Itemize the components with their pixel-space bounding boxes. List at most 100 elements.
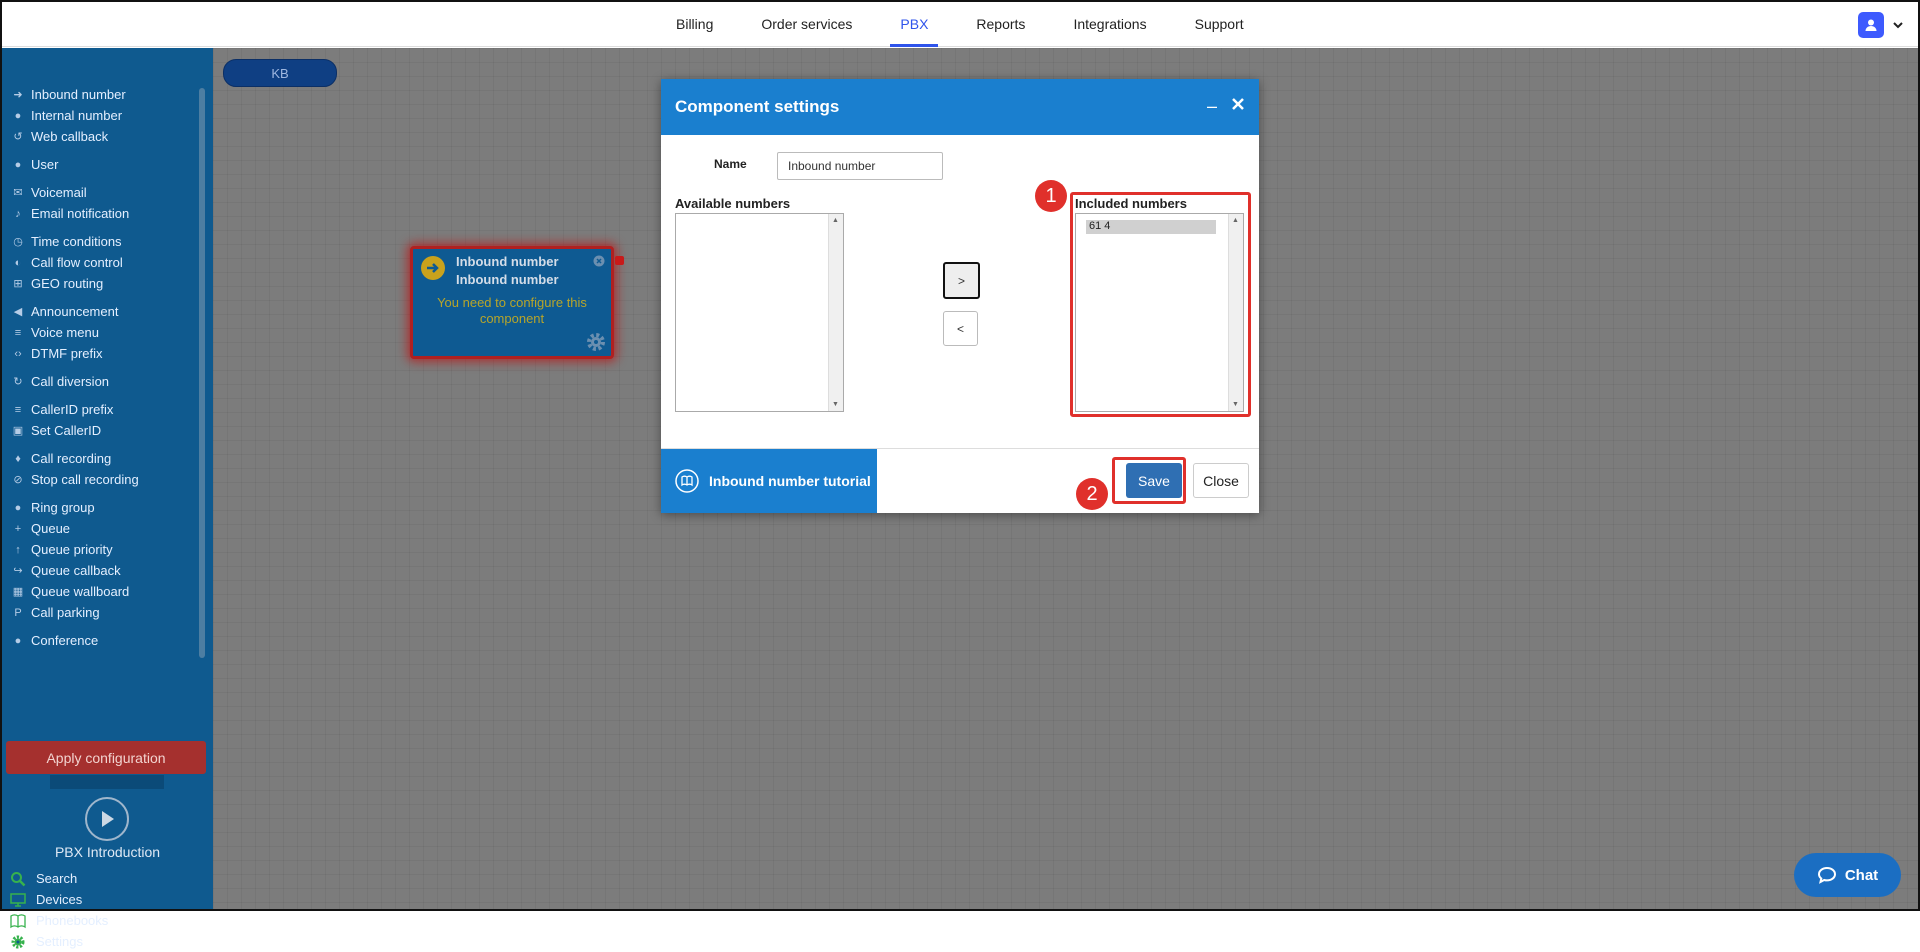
tool-devices[interactable]: Devices [10,889,108,910]
inbound-number-node[interactable]: Inbound number Inbound number You need t… [410,246,624,359]
dialog-header: Component settings – [661,79,1259,135]
sidebar-item-label: Call parking [31,605,100,620]
sidebar-item-ring-group[interactable]: ● Ring group [12,497,195,518]
share-icon: ↪ [13,564,23,577]
nav-support[interactable]: Support [1171,2,1268,46]
dialog-footer: Inbound number tutorial Save Close 2 [661,448,1259,513]
top-navigation: Billing Order services PBX Reports Integ… [2,2,1918,47]
tool-search[interactable]: Search [10,868,108,889]
sidebar-item-label: Internal number [31,108,123,123]
nav-billing[interactable]: Billing [652,2,737,46]
node-subtitle: Inbound number [456,272,559,287]
sidebar-item-voice-menu[interactable]: ≡ Voice menu [12,322,195,343]
sidebar-item-call-flow-control[interactable]: ◐ Call flow control [12,252,195,273]
list-icon: ≡ [14,326,22,339]
sidebar-item-label: Voice menu [31,325,99,340]
play-icon [102,811,114,827]
sidebar-item-queue-callback[interactable]: ↪ Queue callback [12,560,195,581]
sidebar-item-user[interactable]: ● User [12,154,195,175]
node-gear-icon[interactable] [586,332,606,352]
avatar[interactable] [1858,12,1884,38]
chevron-down-icon[interactable] [1892,19,1904,31]
close-icon[interactable] [1231,97,1245,111]
sidebar-item-conference[interactable]: ● Conference [12,630,195,651]
sidebar-item-dtmf-prefix[interactable]: ‹› DTMF prefix [12,343,195,364]
sidebar-item-label: GEO routing [31,276,104,291]
list-icon: ≡ [14,403,22,416]
sidebar-item-label: Call flow control [31,255,123,270]
nav-order-services[interactable]: Order services [737,2,876,46]
sidebar-item-geo-routing[interactable]: ⊞ GEO routing [12,273,195,294]
sidebar-item-label: Queue wallboard [31,584,130,599]
nav-reports[interactable]: Reports [952,2,1049,46]
name-label: Name [714,157,747,171]
minimize-button[interactable]: – [1207,96,1217,117]
microphone-icon: ♦ [15,452,21,465]
sidebar-item-set-callerid[interactable]: ▣ Set CallerID [12,420,195,441]
monitor-icon [10,892,26,907]
sitemap-icon: ⊞ [13,277,23,290]
node-close-icon[interactable] [593,255,605,267]
nav-integrations[interactable]: Integrations [1049,2,1170,46]
node-title: Inbound number [456,254,559,269]
pbx-introduction-label[interactable]: PBX Introduction [2,844,213,860]
sidebar-item-call-recording[interactable]: ♦ Call recording [12,448,195,469]
tool-devices-label: Devices [36,892,83,907]
sidebar-item-label: Web callback [31,129,109,144]
arrow-up-icon: ↑ [15,543,21,556]
user-plus-icon: + [14,522,22,535]
sidebar: ➜ Inbound number ● Internal number ↺ Web call… [2,48,213,949]
sidebar-item-web-callback[interactable]: ↺ Web callback [12,126,195,147]
chat-button[interactable]: Chat [1794,853,1901,897]
id-card-icon: ▣ [12,424,24,437]
users-icon: ● [14,501,22,514]
sidebar-item-internal-number[interactable]: ● Internal number [12,105,195,126]
sidebar-item-time-conditions[interactable]: ◷ Time conditions [12,231,195,252]
available-numbers-label: Available numbers [675,196,791,211]
sidebar-item-call-diversion[interactable]: ↻ Call diversion [12,371,195,392]
sidebar-item-queue[interactable]: + Queue [12,518,195,539]
sidebar-item-inbound-number[interactable]: ➜ Inbound number [12,84,195,105]
tool-settings[interactable]: Settings [10,931,108,952]
user-menu[interactable] [1858,12,1904,38]
name-field[interactable] [777,152,943,180]
sidebar-item-label: Inbound number [31,87,126,102]
close-button[interactable]: Close [1193,463,1249,498]
book-icon [675,469,699,493]
tool-search-label: Search [36,871,78,886]
envelope-icon: ✉ [13,186,23,199]
add-number-button[interactable]: > [943,262,980,299]
sidebar-item-callerid-prefix[interactable]: ≡ CallerID prefix [12,399,195,420]
tool-phonebooks-label: Phonebooks [36,913,109,928]
available-numbers-list[interactable]: ▲ ▼ [675,213,844,412]
sidebar-item-stop-call-recording[interactable]: ⊘ Stop call recording [12,469,195,490]
sidebar-scrollbar[interactable] [199,88,205,658]
node-output-port[interactable] [615,256,624,265]
nav-pbx[interactable]: PBX [876,2,952,47]
sidebar-item-email-notification[interactable]: ♪ Email notification [12,203,195,224]
sidebar-item-call-parking[interactable]: P Call parking [12,602,195,623]
available-list-scrollbar[interactable]: ▲ ▼ [828,214,843,411]
play-button[interactable] [85,797,129,841]
sidebar-item-label: DTMF prefix [31,346,103,361]
remove-number-button[interactable]: < [943,311,978,346]
gear-icon [11,935,25,948]
arrow-right-icon [421,256,445,280]
kb-button[interactable]: KB [223,59,337,87]
sidebar-item-queue-wallboard[interactable]: ▦ Queue wallboard [12,581,195,602]
comments-icon: ● [14,634,22,647]
sidebar-item-label: Set CallerID [31,423,102,438]
tutorial-button[interactable]: Inbound number tutorial [661,449,877,513]
apply-configuration-button[interactable]: Apply configuration [6,741,206,774]
sidebar-item-announcement[interactable]: ◀ Announcement [12,301,195,322]
sidebar-item-voicemail[interactable]: ✉ Voicemail [12,182,195,203]
sidebar-item-label: Call recording [31,451,112,466]
sidebar-item-queue-priority[interactable]: ↑ Queue priority [12,539,195,560]
tool-phonebooks[interactable]: Phonebooks [10,910,108,931]
sidebar-item-label: User [31,157,59,172]
